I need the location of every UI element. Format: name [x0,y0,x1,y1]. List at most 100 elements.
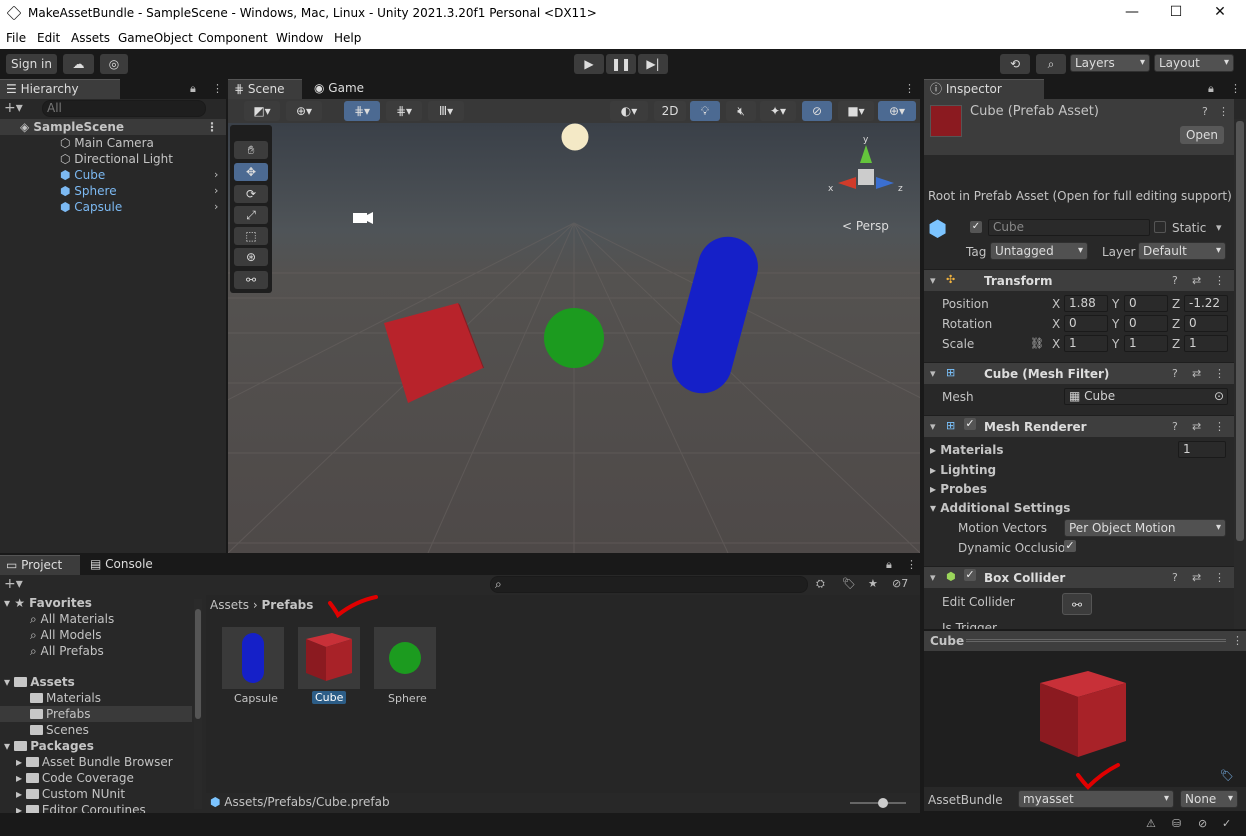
hierarchy-item-sphere[interactable]: ⬢ Sphere [60,183,117,199]
debug-icon[interactable]: ⚠ [1146,817,1156,830]
scene-viewport[interactable]: ✋︎ ✥ ⟳ ⤢ ⬚ ⊛ ⚯ x z y < Persp [228,123,920,553]
lock-icon[interactable]: 🔒︎ [1208,82,1214,96]
chevron-down-icon[interactable]: ▾ [1216,221,1222,234]
icon-size-slider[interactable] [850,798,906,808]
chevron-right-icon[interactable]: › [214,168,218,181]
cloud-icon[interactable]: ☁ [63,54,94,74]
transform-tool-icon[interactable]: ⊛ [234,248,268,266]
file-sphere[interactable] [374,627,436,689]
add-icon[interactable]: +▾ [4,100,23,116]
favorites-foldout[interactable]: ▾ ★ Favorites [4,595,92,611]
mesh-field[interactable]: ▦ Cube ⊙ [1064,388,1228,405]
pkg-asset-bundle-browser[interactable]: ▸ Asset Bundle Browser [16,754,173,770]
tag-dropdown[interactable]: Untagged [990,242,1088,260]
more-icon[interactable]: ⋮ [906,558,917,571]
tab-inspector[interactable]: ⓘ Inspector [924,79,1044,99]
layout-dropdown[interactable]: Layout [1154,54,1234,72]
sign-in-button[interactable]: Sign in [6,54,57,74]
camera-icon[interactable]: ■▾ [838,101,874,121]
tab-game[interactable]: ◉ Game [308,79,370,99]
hidden-packages-icon[interactable]: ⊘7 [892,577,908,590]
menu-file[interactable]: File [6,31,26,45]
orientation-gizmo[interactable]: x z y [828,133,908,213]
open-button[interactable]: Open [1180,126,1224,144]
performance-icon[interactable]: ⊘ [1198,817,1207,830]
materials-count-field[interactable]: 1 [1178,441,1226,458]
render-mode-icon[interactable]: ◐▾ [610,101,648,121]
breadcrumb-assets[interactable]: Assets [210,598,249,612]
scene-root[interactable]: ◈ SampleScene ⋮ [0,119,226,135]
draw-mode-icon[interactable]: ◩▾ [244,101,280,121]
tab-scene[interactable]: ⋕ Scene [228,79,302,99]
menu-gameobject[interactable]: GameObject [118,31,193,45]
preset-icon[interactable]: ⇄ [1192,571,1201,584]
folder-prefabs[interactable]: Prefabs [0,706,192,722]
static-checkbox[interactable] [1154,221,1166,233]
menu-component[interactable]: Component [198,31,268,45]
tab-project[interactable]: ▭ Project [0,555,80,575]
history-icon[interactable]: ⟲ [1000,54,1030,74]
minimize-icon[interactable]: — [1122,4,1142,20]
menu-edit[interactable]: Edit [37,31,60,45]
mesh-renderer-header[interactable]: ▾ ⊞ ✓ Mesh Renderer ? ⇄ ⋮ [924,415,1234,437]
inspector-scrollbar[interactable] [1234,119,1246,629]
2d-toggle[interactable]: 2D [654,101,686,121]
global-icon[interactable]: ⊕▾ [286,101,322,121]
chevron-right-icon[interactable]: › [214,184,218,197]
dynamic-occlusion-checkbox[interactable]: ✓ [1064,540,1076,552]
move-tool-icon[interactable]: ✥ [234,163,268,181]
tab-hierarchy[interactable]: ☰ Hierarchy [0,79,120,99]
mesh-filter-header[interactable]: ▾ ⊞ Cube (Mesh Filter) ? ⇄ ⋮ [924,362,1234,384]
file-cube[interactable] [298,627,360,689]
axis-x-label[interactable]: X [1052,317,1060,331]
layer-dropdown[interactable]: Default [1138,242,1226,260]
lighting-foldout[interactable]: ▸ Lighting [930,463,996,477]
snap-icon[interactable]: ⋕▾ [386,101,422,121]
file-capsule[interactable] [222,627,284,689]
visibility-icon[interactable]: ⊘ [802,101,832,121]
more-icon[interactable]: ⋮ [1232,634,1243,647]
maximize-icon[interactable]: ☐ [1166,4,1186,20]
axis-z-label[interactable]: Z [1172,317,1180,331]
persp-label[interactable]: < Persp [842,219,889,233]
scl-y-field[interactable]: 1 [1124,335,1168,352]
pause-button[interactable]: ❚❚ [606,54,636,74]
collider-enabled-checkbox[interactable]: ✓ [964,569,976,581]
filter-label-icon[interactable]: 🏷︎ [842,577,856,590]
axis-x-label[interactable]: X [1052,297,1060,311]
more-icon[interactable]: ⋮ [1230,82,1241,95]
pkg-editor-coroutines[interactable]: ▸ Editor Coroutines [16,802,146,813]
object-picker-icon[interactable]: ⊙ [1214,389,1224,404]
packages-foldout[interactable]: ▾ Packages [4,738,94,754]
grid-icon[interactable]: ⋕▾ [344,101,380,121]
folder-materials[interactable]: Materials [30,690,101,706]
axis-y-label[interactable]: Y [1112,297,1119,311]
help-icon[interactable]: ? [1172,274,1178,287]
pos-z-field[interactable]: -1.22 [1184,295,1228,312]
materials-foldout[interactable]: ▸ Materials [930,443,1004,457]
hierarchy-search-input[interactable]: All [42,100,206,117]
lighting-icon[interactable]: 💡︎ [690,101,720,121]
preset-icon[interactable]: ⇄ [1192,274,1201,287]
help-icon[interactable]: ? [1172,571,1178,584]
lock-icon[interactable]: 🔒︎ [886,558,892,572]
rect-tool-icon[interactable]: ⬚ [234,227,268,245]
preset-icon[interactable]: ⇄ [1192,420,1201,433]
tree-scrollbar[interactable] [194,599,202,809]
help-icon[interactable]: ? [1202,105,1208,118]
filter-type-icon[interactable]: ⛭ [816,577,825,591]
folder-scenes[interactable]: Scenes [30,722,89,738]
help-icon[interactable]: ? [1172,420,1178,433]
menu-window[interactable]: Window [276,31,323,45]
scale-tool-icon[interactable]: ⤢ [234,206,268,224]
play-button[interactable]: ▶ [574,54,604,74]
scene-more-icon[interactable]: ⋮ [206,119,218,135]
pos-y-field[interactable]: 0 [1124,295,1168,312]
label-tag-icon[interactable]: 🏷︎ [1220,769,1234,782]
axis-y-label[interactable]: Y [1112,337,1119,351]
tab-console[interactable]: ▤ Console [84,555,159,575]
assetbundle-variant-dropdown[interactable]: None [1180,790,1238,808]
active-checkbox[interactable]: ✓ [970,221,982,233]
name-field[interactable]: Cube [988,219,1150,236]
create-icon[interactable]: +▾ [4,576,23,592]
